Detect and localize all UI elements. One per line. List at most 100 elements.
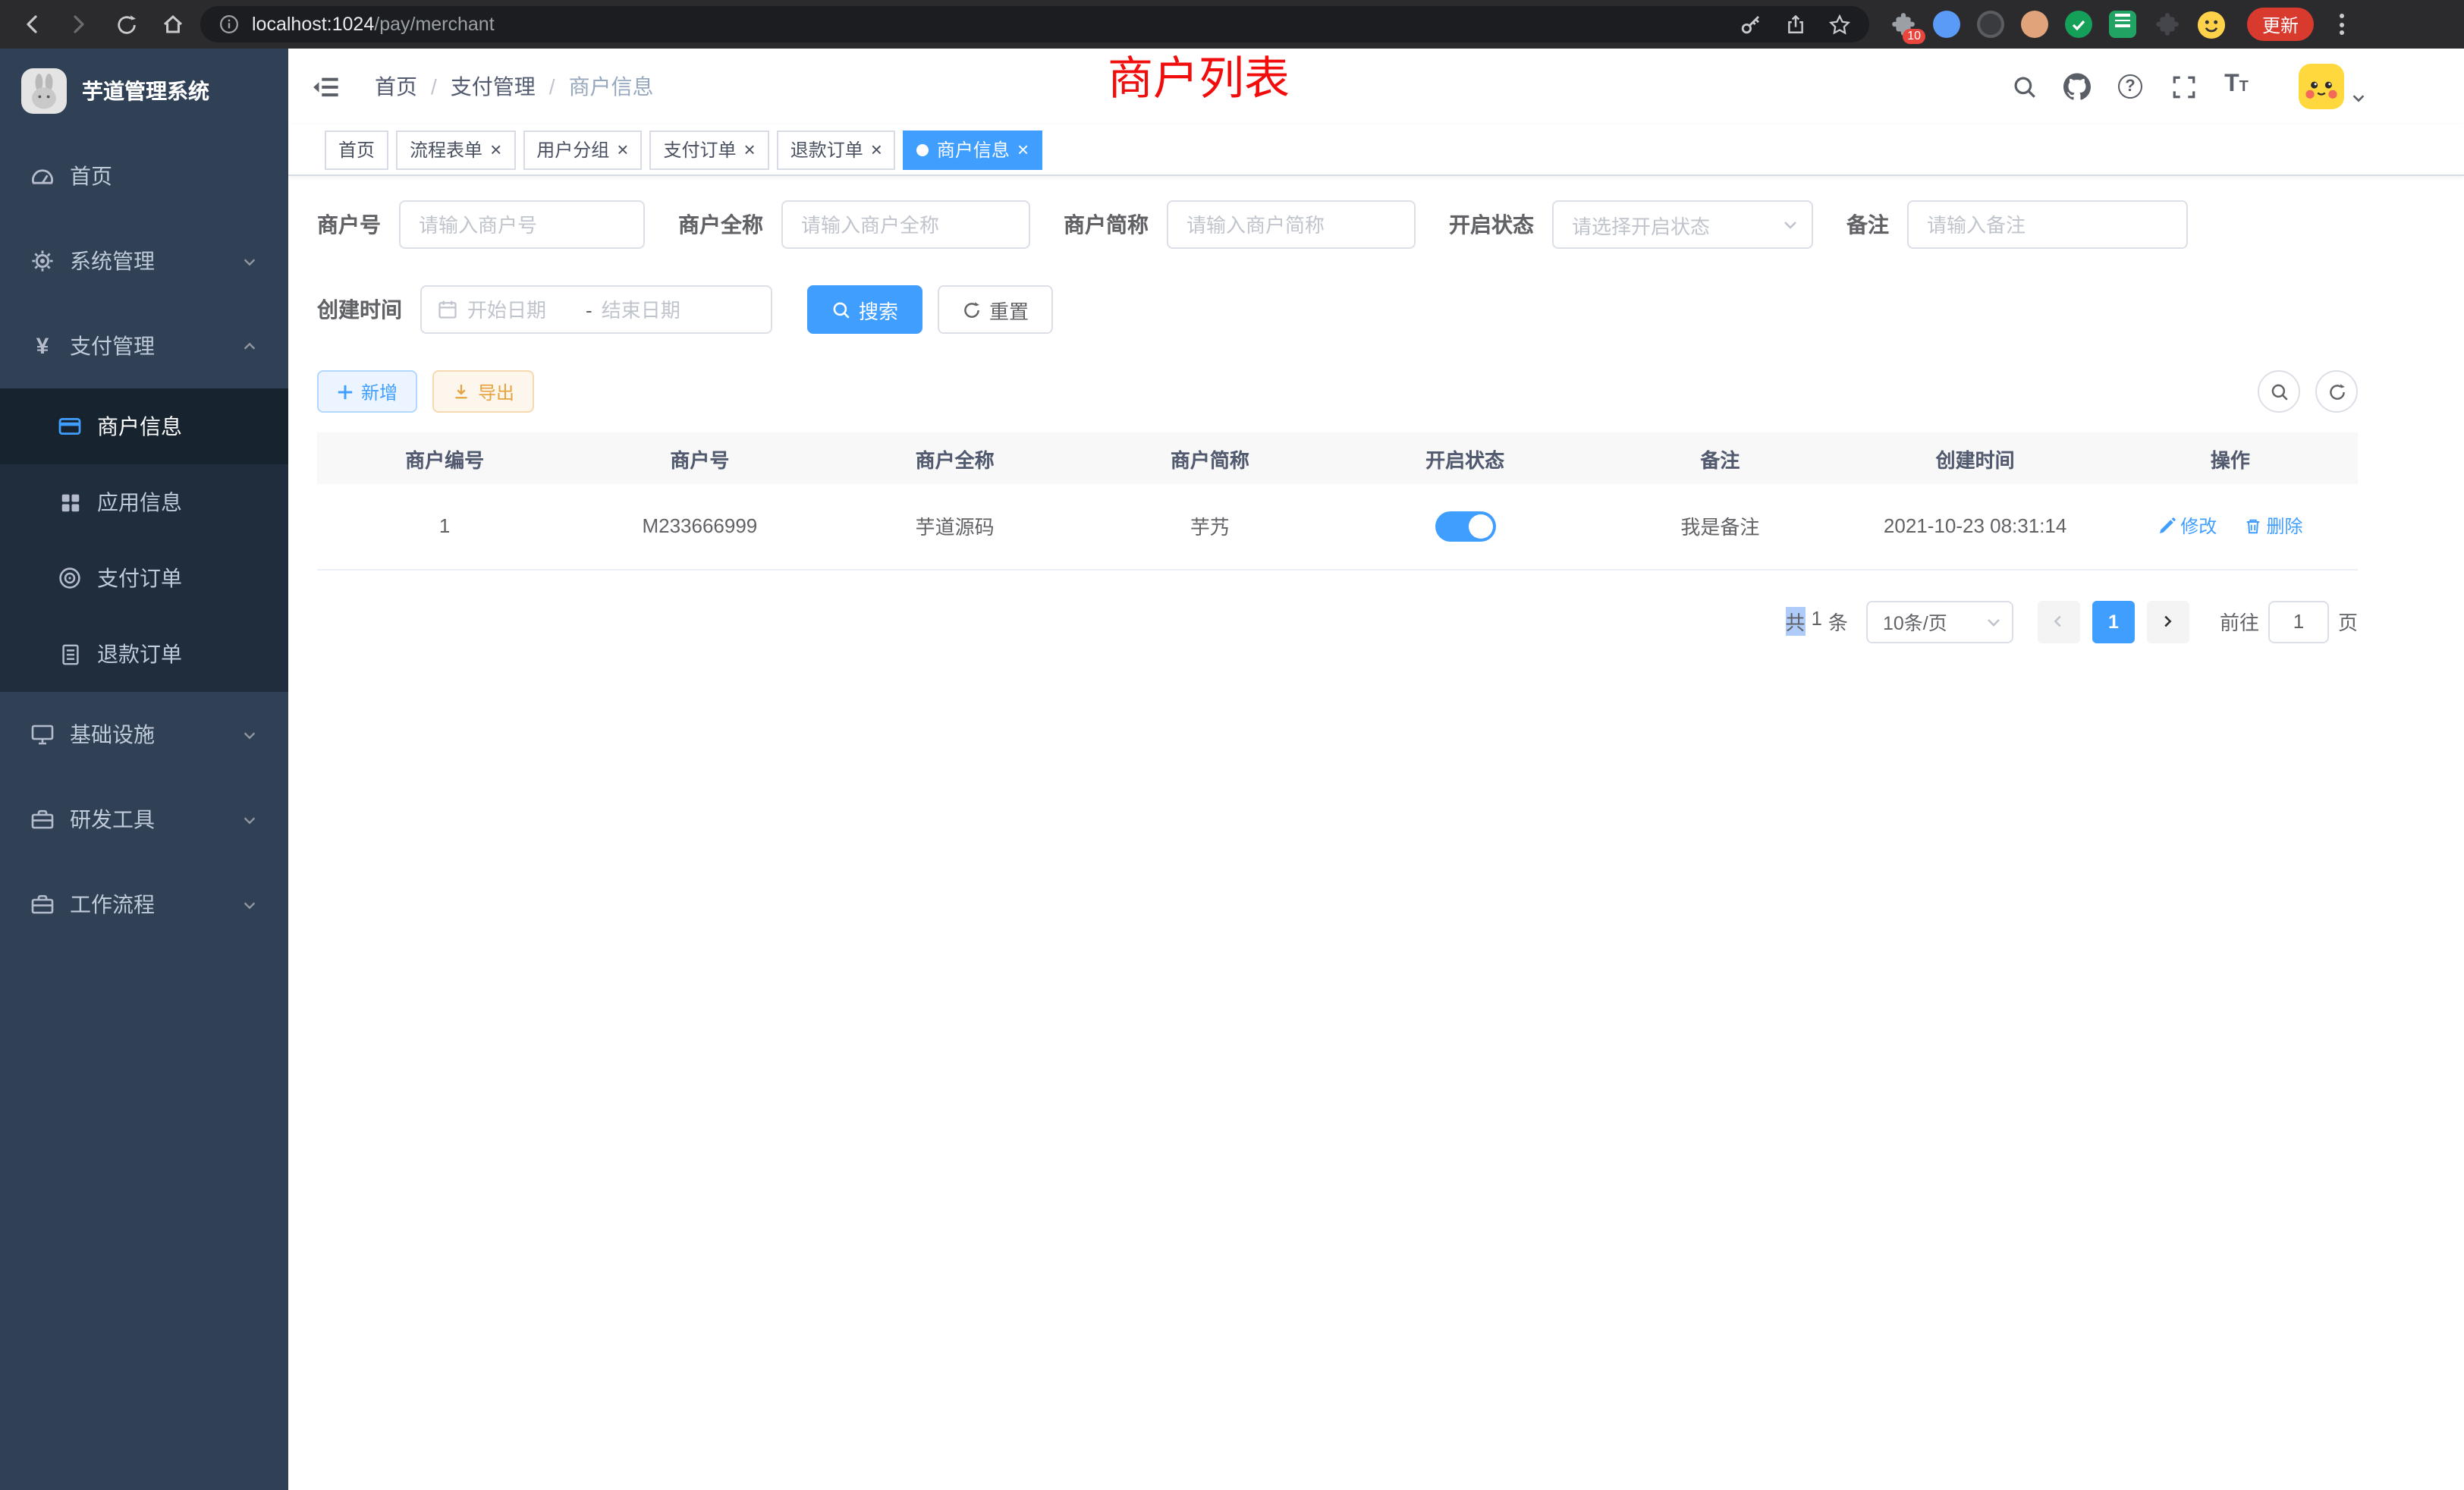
extension-blue-icon[interactable] [1930,8,1963,41]
sidebar-item-label: 工作流程 [70,889,155,919]
app-logo[interactable]: 芋道管理系统 [0,49,288,134]
extension-avatar-icon[interactable] [2018,8,2051,41]
full-name-input[interactable] [781,200,1030,249]
toggle-search-button[interactable] [2258,370,2300,413]
search-button[interactable]: 搜索 [807,285,922,334]
browser-menu-icon[interactable] [2327,14,2355,35]
end-date-input[interactable] [602,298,711,321]
close-icon[interactable]: × [871,140,882,159]
url-host: localhost:1024 [252,14,374,35]
reload-icon[interactable] [106,5,146,44]
fullscreen-icon[interactable] [2168,71,2198,102]
short-name-input[interactable] [1167,200,1416,249]
add-button[interactable]: 新增 [317,370,417,413]
search-icon[interactable] [2009,71,2039,102]
close-icon[interactable]: × [1017,140,1029,159]
create-time-range[interactable]: - [420,285,772,334]
tab-user-group[interactable]: 用户分组 × [523,130,642,169]
password-key-icon[interactable] [1739,12,1763,36]
page-content: 商户号 商户全称 商户简称 开启状态 请选择开启状态 [288,176,2464,1490]
user-menu[interactable] [2299,64,2367,109]
refresh-button[interactable] [2315,370,2358,413]
tab-process-form[interactable]: 流程表单 × [396,130,515,169]
tab-home[interactable]: 首页 [325,130,388,169]
export-button[interactable]: 导出 [432,370,534,413]
extension-green-doc-icon[interactable] [2106,8,2139,41]
status-select[interactable]: 请选择开启状态 [1552,200,1813,249]
monitor-icon [30,722,55,747]
logo-image [21,68,67,114]
back-icon[interactable] [12,5,52,44]
col-merchant-no: 商户号 [572,432,827,484]
remark-input[interactable] [1907,200,2188,249]
tab-merchant-info[interactable]: 商户信息 × [904,130,1042,169]
site-info-icon[interactable] [218,14,240,35]
sidebar: 芋道管理系统 首页 系统管理 [0,49,288,1490]
extension-green-circle-icon[interactable] [2062,8,2095,41]
breadcrumb-payment[interactable]: 支付管理 [451,71,536,102]
sidebar-item-merchant-info[interactable]: 商户信息 [0,388,288,464]
sidebar-item-app-info[interactable]: 应用信息 [0,464,288,540]
extension-badge: 10 [1903,29,1925,44]
sidebar-item-home[interactable]: 首页 [0,134,288,218]
address-bar[interactable]: localhost:1024/pay/merchant [200,6,1869,42]
goto-page-input[interactable] [2268,600,2329,643]
gear-icon [30,249,55,273]
edit-link[interactable]: 修改 [2158,513,2217,539]
forward-icon[interactable] [59,5,99,44]
delete-link-label: 删除 [2267,513,2303,539]
sidebar-item-label: 首页 [70,161,112,191]
reset-button[interactable]: 重置 [938,285,1053,334]
sidebar-item-infrastructure[interactable]: 基础设施 [0,692,288,777]
breadcrumb-home[interactable]: 首页 [375,71,417,102]
sidebar-item-dev-tools[interactable]: 研发工具 [0,777,288,862]
navbar-actions: ? TT [2009,64,2367,109]
breadcrumb-separator: / [431,74,437,99]
start-date-input[interactable] [467,298,577,321]
edit-link-label: 修改 [2180,513,2217,539]
sidebar-item-pay-order[interactable]: 支付订单 [0,540,288,616]
font-size-icon[interactable]: TT [2221,71,2252,102]
breadcrumb-separator: / [549,74,555,99]
share-icon[interactable] [1784,13,1807,36]
tab-label: 商户信息 [937,137,1010,162]
sidebar-item-refund-order[interactable]: 退款订单 [0,616,288,692]
extensions-puzzle-icon[interactable]: 10 [1886,8,1919,41]
page-1-button[interactable]: 1 [2092,600,2135,643]
sidebar-item-workflow[interactable]: 工作流程 [0,862,288,947]
status-toggle[interactable] [1435,511,1495,542]
browser-update-button[interactable]: 更新 [2247,8,2314,41]
extension-dark-icon[interactable] [1974,8,2007,41]
sidebar-item-payment[interactable]: ¥ 支付管理 [0,303,288,388]
tab-refund-order[interactable]: 退款订单 × [777,130,896,169]
document-icon [58,642,82,666]
date-separator: - [586,298,592,321]
bookmark-star-icon[interactable] [1828,13,1851,36]
help-icon[interactable]: ? [2115,71,2145,102]
home-icon[interactable] [153,5,193,44]
avatar[interactable] [2299,64,2344,109]
delete-link[interactable]: 删除 [2244,513,2303,539]
chevron-down-icon [1985,612,2003,630]
filter-row-1: 商户号 商户全称 商户简称 开启状态 请选择开启状态 [317,200,2358,249]
tab-pay-order[interactable]: 支付订单 × [649,130,768,169]
page-suffix: 页 [2338,607,2358,636]
prev-page-button[interactable] [2038,600,2080,643]
pagination-goto: 前往 页 [2220,600,2358,643]
col-short-name: 商户简称 [1083,432,1337,484]
cell-merchant-no: M233666999 [572,484,827,569]
hamburger-icon[interactable] [311,71,341,102]
close-icon[interactable]: × [617,140,628,159]
chevron-down-icon [241,896,258,913]
close-icon[interactable]: × [490,140,501,159]
sidebar-item-system[interactable]: 系统管理 [0,218,288,303]
status-label: 开启状态 [1449,209,1534,240]
close-icon[interactable]: × [744,140,756,159]
github-icon[interactable] [2062,71,2092,102]
extension-dark-puzzle-icon[interactable] [2150,8,2183,41]
next-page-button[interactable] [2147,600,2189,643]
page-size-select[interactable]: 10条/页 [1866,600,2013,643]
extension-smiley-icon[interactable] [2194,8,2227,41]
merchant-no-input[interactable] [399,200,645,249]
cell-create-time: 2021-10-23 08:31:14 [1848,484,2103,569]
